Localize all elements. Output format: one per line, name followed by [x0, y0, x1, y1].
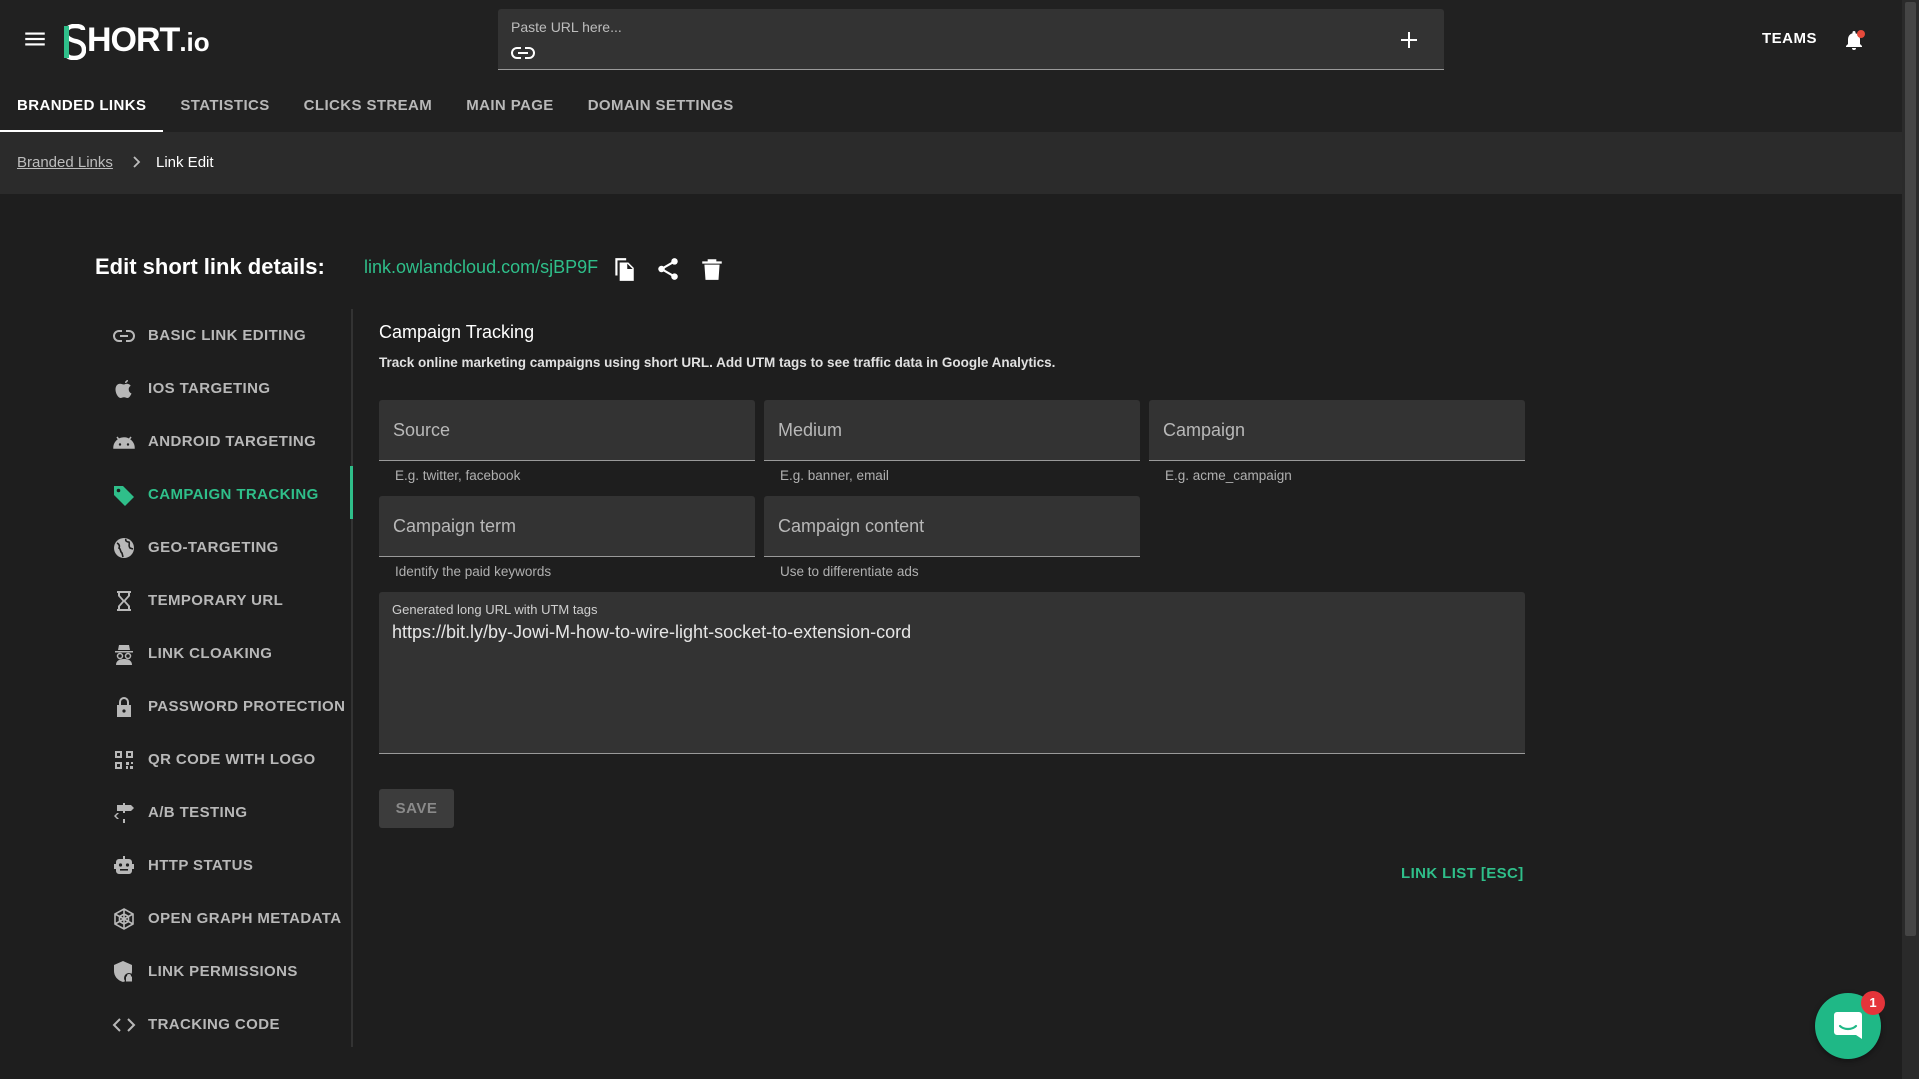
qr-code-icon: [115, 750, 133, 769]
short-link-url[interactable]: link.owlandcloud.com/sjBP9F: [364, 257, 598, 278]
link-list-button[interactable]: LINK LIST [ESC]: [1401, 865, 1524, 882]
signpost-icon: [114, 802, 134, 823]
page-title: Edit short link details:: [95, 254, 325, 279]
share-icon[interactable]: [655, 256, 681, 282]
hourglass-icon: [117, 590, 131, 611]
teams-button[interactable]: TEAMS: [1762, 30, 1817, 47]
logo-s-glyph: [63, 23, 87, 61]
main-tabs: BRANDED LINKS STATISTICS CLICKS STREAM M…: [0, 84, 751, 132]
tab-domain-settings[interactable]: DOMAIN SETTINGS: [571, 84, 751, 132]
section-description: Track online marketing campaigns using s…: [379, 355, 1056, 370]
sidebar-active-indicator: [350, 466, 353, 519]
save-button[interactable]: SAVE: [379, 789, 454, 828]
sidebar-item-android-targeting[interactable]: ANDROID TARGETING: [104, 415, 352, 468]
tab-branded-links[interactable]: BRANDED LINKS: [0, 84, 164, 132]
sidebar-divider: [351, 309, 353, 1047]
sidebar-item-open-graph-metadata[interactable]: OPEN GRAPH METADATA: [104, 892, 352, 945]
generated-long-url-textarea[interactable]: https://bit.ly/by-Jowi-M-how-to-wire-lig…: [392, 620, 1507, 740]
sidebar-item-campaign-tracking[interactable]: CAMPAIGN TRACKING: [104, 468, 352, 521]
sidebar-item-geo-targeting[interactable]: GEO-TARGETING: [104, 521, 352, 574]
sidebar-item-label: TEMPORARY URL: [148, 592, 284, 609]
chat-unread-badge: 1: [1861, 991, 1885, 1015]
add-link-plus-icon[interactable]: [1398, 29, 1420, 51]
section-title: Campaign Tracking: [379, 322, 535, 342]
sidebar-item-basic-link-editing[interactable]: BASIC LINK EDITING: [104, 309, 352, 362]
shield-lock-icon: [114, 960, 134, 983]
sidebar-item-label: OPEN GRAPH METADATA: [148, 910, 342, 927]
sidebar-item-temporary-url[interactable]: TEMPORARY URL: [104, 574, 352, 627]
tab-statistics[interactable]: STATISTICS: [163, 84, 286, 132]
campaign-content-field[interactable]: [764, 496, 1140, 557]
campaign-input[interactable]: [1149, 400, 1525, 460]
campaign-helper: E.g. acme_campaign: [1165, 468, 1292, 483]
sidebar-item-http-status[interactable]: HTTP STATUS: [104, 839, 352, 892]
sidebar-item-label: LINK PERMISSIONS: [148, 963, 298, 980]
campaign-content-input[interactable]: [764, 496, 1140, 556]
breadcrumb: Branded Links Link Edit: [0, 132, 1902, 194]
tab-main-page[interactable]: MAIN PAGE: [449, 84, 571, 132]
sidebar-item-label: ANDROID TARGETING: [148, 433, 317, 450]
sidebar-item-link-permissions[interactable]: LINK PERMISSIONS: [104, 945, 352, 998]
scrollbar-thumb[interactable]: [1905, 2, 1916, 936]
medium-input[interactable]: [764, 400, 1140, 460]
link-icon: [113, 329, 135, 342]
generated-long-url-label: Generated long URL with UTM tags: [392, 602, 598, 617]
notification-dot: [1857, 30, 1865, 38]
logo-suffix: .io: [179, 27, 210, 57]
sidebar-item-label: BASIC LINK EDITING: [148, 327, 307, 344]
tag-icon: [114, 485, 134, 506]
copy-icon[interactable]: [611, 256, 637, 282]
breadcrumb-branded-links[interactable]: Branded Links: [17, 154, 113, 171]
spy-icon: [115, 644, 133, 665]
paste-url-input[interactable]: [546, 39, 1366, 65]
android-icon: [113, 436, 135, 449]
sidebar-item-qr-code-with-logo[interactable]: QR CODE WITH LOGO: [104, 733, 352, 786]
sidebar-item-label: HTTP STATUS: [148, 857, 254, 874]
page-scrollbar[interactable]: [1902, 0, 1919, 1079]
lock-icon: [117, 696, 131, 717]
sidebar-item-label: GEO-TARGETING: [148, 539, 279, 556]
sidebar-item-label: TRACKING CODE: [148, 1016, 280, 1033]
apple-icon: [115, 379, 132, 398]
sidebar-item-label: CAMPAIGN TRACKING: [148, 486, 319, 503]
top-bar: HORT .io Paste URL here... TEAMS BRANDED…: [0, 0, 1902, 132]
short-io-logo[interactable]: HORT .io: [63, 20, 210, 61]
sidebar-item-label: PASSWORD PROTECTION: [148, 698, 346, 715]
delete-trash-icon[interactable]: [699, 256, 725, 282]
sidebar-item-tracking-code[interactable]: TRACKING CODE: [104, 998, 352, 1051]
campaign-term-field[interactable]: [379, 496, 755, 557]
tab-clicks-stream[interactable]: CLICKS STREAM: [287, 84, 450, 132]
settings-sidebar: BASIC LINK EDITING IOS TARGETING ANDROID…: [104, 309, 352, 1051]
chevron-right-icon: [133, 156, 141, 168]
campaign-term-input[interactable]: [379, 496, 755, 556]
source-helper: E.g. twitter, facebook: [395, 468, 521, 483]
robot-icon: [114, 855, 134, 874]
graph-network-icon: [114, 907, 134, 930]
logo-text: HORT: [87, 21, 180, 59]
paste-url-field[interactable]: Paste URL here...: [498, 9, 1444, 70]
breadcrumb-current: Link Edit: [156, 154, 214, 171]
sidebar-item-label: LINK CLOAKING: [148, 645, 273, 662]
medium-helper: E.g. banner, email: [780, 468, 889, 483]
chat-icon: [1834, 1012, 1862, 1039]
link-icon: [511, 47, 535, 59]
campaign-term-helper: Identify the paid keywords: [395, 564, 552, 579]
generated-long-url-field[interactable]: Generated long URL with UTM tags https:/…: [379, 592, 1525, 754]
source-field[interactable]: [379, 400, 755, 461]
medium-field[interactable]: [764, 400, 1140, 461]
paste-url-label: Paste URL here...: [511, 19, 622, 35]
sidebar-item-password-protection[interactable]: PASSWORD PROTECTION: [104, 680, 352, 733]
hamburger-menu-icon[interactable]: [22, 26, 48, 52]
sidebar-item-label: QR CODE WITH LOGO: [148, 751, 316, 768]
sidebar-item-link-cloaking[interactable]: LINK CLOAKING: [104, 627, 352, 680]
campaign-field[interactable]: [1149, 400, 1525, 461]
sidebar-item-label: IOS TARGETING: [148, 380, 271, 397]
sidebar-item-ab-testing[interactable]: A/B TESTING: [104, 786, 352, 839]
campaign-content-helper: Use to differentiate ads: [780, 564, 919, 579]
globe-icon: [114, 537, 134, 558]
code-icon: [112, 1017, 136, 1032]
sidebar-item-ios-targeting[interactable]: IOS TARGETING: [104, 362, 352, 415]
sidebar-item-label: A/B TESTING: [148, 804, 248, 821]
source-input[interactable]: [379, 400, 755, 460]
